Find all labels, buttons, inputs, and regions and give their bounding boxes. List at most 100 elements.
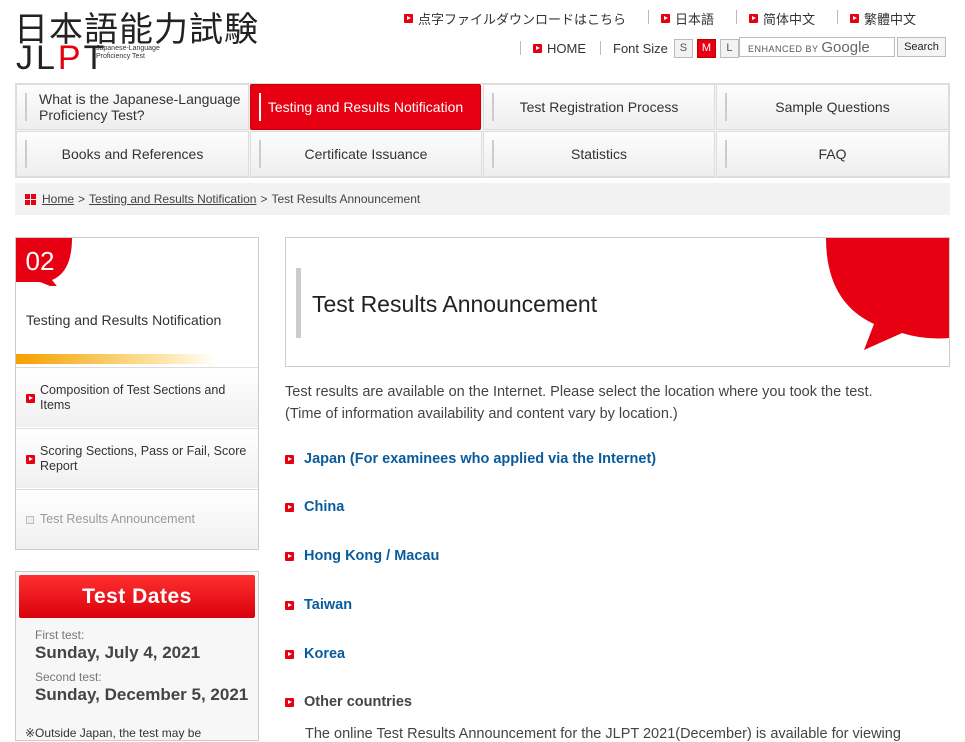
main-nav: What is the Japanese-Language Proficienc… bbox=[15, 83, 950, 178]
test-dates-heading: Test Dates bbox=[19, 575, 255, 618]
breadcrumb-separator: > bbox=[260, 192, 268, 206]
utility-bar: HOME Font Size S M L bbox=[520, 38, 739, 58]
language-links: 点字ファイルダウンロードはこちら 日本語 简体中文 繁體中文 bbox=[404, 10, 917, 27]
search-button[interactable]: Search bbox=[897, 37, 946, 57]
logo-subtitle: Japanese-Language Proficiency Test bbox=[96, 45, 160, 60]
location-label: Japan (For examinees who applied via the… bbox=[304, 451, 657, 467]
search-input[interactable]: ENHANCED BY Google bbox=[739, 37, 895, 57]
intro-text: Test results are available on the Intern… bbox=[285, 381, 873, 425]
nav-bar bbox=[259, 93, 261, 121]
search-enhanced-label: ENHANCED BY bbox=[748, 44, 819, 54]
nav-item-books[interactable]: Books and References bbox=[16, 131, 249, 177]
location-label: Taiwan bbox=[304, 597, 353, 613]
nav-item-sample-questions[interactable]: Sample Questions bbox=[716, 84, 949, 130]
location-label: China bbox=[304, 499, 345, 515]
breadcrumb: Home > Testing and Results Notification > … bbox=[15, 183, 950, 215]
divider bbox=[600, 41, 601, 55]
nav-label: Books and References bbox=[61, 146, 204, 162]
nav-bar bbox=[25, 140, 27, 168]
location-link-china[interactable]: China bbox=[285, 498, 344, 516]
arrow-icon bbox=[26, 515, 34, 524]
nav-item-statistics[interactable]: Statistics bbox=[483, 131, 715, 177]
first-test-label: First test: bbox=[35, 628, 85, 642]
lang-link-japanese[interactable]: 日本語 bbox=[661, 10, 715, 27]
sidebar-title: Testing and Results Notification bbox=[26, 312, 222, 328]
lang-link-simplified-chinese[interactable]: 简体中文 bbox=[749, 10, 816, 27]
font-size-large-button[interactable]: L bbox=[719, 38, 739, 58]
nav-item-faq[interactable]: FAQ bbox=[716, 131, 949, 177]
second-test-date: Sunday, December 5, 2021 bbox=[35, 685, 249, 704]
sidebar-item-label: Test Results Announcement bbox=[40, 512, 195, 526]
sidebar-item-results-announcement[interactable]: Test Results Announcement bbox=[16, 489, 258, 549]
nav-label: Statistics bbox=[570, 146, 627, 162]
sidebar-item-composition[interactable]: Composition of Test Sections and Items bbox=[16, 367, 258, 427]
divider bbox=[520, 41, 521, 55]
nav-item-certificate[interactable]: Certificate Issuance bbox=[250, 131, 482, 177]
location-label: Hong Kong / Macau bbox=[304, 548, 440, 564]
divider bbox=[837, 10, 839, 24]
google-logo: Google bbox=[821, 39, 870, 56]
nav-item-about[interactable]: What is the Japanese-Language Proficienc… bbox=[16, 84, 249, 130]
location-link-korea[interactable]: Korea bbox=[285, 645, 345, 663]
location-link-japan[interactable]: Japan (For examinees who applied via the… bbox=[285, 450, 656, 468]
other-countries-note: The online Test Results Announcement for… bbox=[305, 726, 901, 742]
sidebar-accent-bar bbox=[16, 354, 216, 364]
breadcrumb-separator: > bbox=[78, 192, 86, 206]
breadcrumb-icon bbox=[25, 193, 36, 205]
section-number: 02 bbox=[26, 246, 55, 276]
arrow-icon bbox=[285, 649, 294, 659]
speech-bubble-icon bbox=[826, 238, 949, 350]
sidebar-item-label: Composition of Test Sections and Items bbox=[40, 382, 226, 412]
link-label: 点字ファイルダウンロードはこちら bbox=[418, 11, 627, 27]
second-test-label: Second test: bbox=[35, 670, 102, 684]
lang-link-traditional-chinese[interactable]: 繁體中文 bbox=[850, 10, 917, 27]
font-size-label: Font Size bbox=[613, 40, 668, 56]
sidebar-item-label: Scoring Sections, Pass or Fail, Score Re… bbox=[40, 443, 247, 473]
arrow-icon bbox=[285, 551, 294, 561]
divider bbox=[648, 10, 650, 24]
nav-bar bbox=[25, 93, 27, 121]
nav-item-testing-results[interactable]: Testing and Results Notification bbox=[250, 84, 481, 130]
logo-jlpt[interactable]: JLPT bbox=[16, 40, 107, 76]
arrow-icon bbox=[533, 43, 542, 53]
arrow-icon bbox=[285, 697, 294, 707]
intro-line: (Time of information availability and co… bbox=[285, 406, 678, 422]
breadcrumb-home[interactable]: Home bbox=[42, 192, 74, 206]
home-link[interactable]: HOME bbox=[547, 41, 586, 56]
link-label: 繁體中文 bbox=[864, 11, 917, 27]
nav-label: What is the Japanese-Language Proficienc… bbox=[39, 91, 241, 123]
font-size-small-button[interactable]: S bbox=[673, 38, 693, 58]
first-test-date: Sunday, July 4, 2021 bbox=[35, 643, 201, 662]
arrow-icon bbox=[285, 454, 294, 464]
nav-bar bbox=[725, 93, 727, 121]
arrow-icon bbox=[661, 13, 671, 23]
arrow-icon bbox=[404, 13, 413, 23]
nav-bar bbox=[259, 140, 261, 168]
nav-bar bbox=[492, 93, 494, 121]
logo-jlpt-left: JL bbox=[16, 39, 58, 77]
nav-bar bbox=[725, 140, 727, 168]
location-link-taiwan[interactable]: Taiwan bbox=[285, 596, 352, 614]
intro-line: Test results are available on the Intern… bbox=[285, 384, 873, 400]
nav-bar bbox=[492, 140, 494, 168]
location-link-hong-kong-macau[interactable]: Hong Kong / Macau bbox=[285, 547, 439, 565]
braille-download-link[interactable]: 点字ファイルダウンロードはこちら bbox=[404, 10, 627, 27]
arrow-icon bbox=[26, 454, 35, 464]
font-size-medium-button[interactable]: M bbox=[696, 38, 716, 58]
nav-item-registration[interactable]: Test Registration Process bbox=[483, 84, 715, 130]
link-label: 日本語 bbox=[675, 11, 715, 27]
divider bbox=[736, 10, 738, 24]
location-label: Korea bbox=[304, 646, 346, 662]
breadcrumb-testing[interactable]: Testing and Results Notification bbox=[89, 192, 256, 206]
nav-label: Test Registration Process bbox=[519, 99, 679, 115]
arrow-icon bbox=[285, 600, 294, 610]
arrow-icon bbox=[285, 502, 294, 512]
link-label: 简体中文 bbox=[763, 11, 816, 27]
location-label: Other countries bbox=[304, 694, 412, 710]
nav-label: Testing and Results Notification bbox=[267, 99, 464, 115]
arrow-icon bbox=[749, 13, 759, 23]
nav-label: FAQ bbox=[818, 146, 847, 162]
sidebar-item-scoring[interactable]: Scoring Sections, Pass or Fail, Score Re… bbox=[16, 428, 258, 488]
logo-jlpt-dot: P bbox=[57, 39, 84, 77]
section-number-badge: 02 bbox=[16, 238, 72, 286]
